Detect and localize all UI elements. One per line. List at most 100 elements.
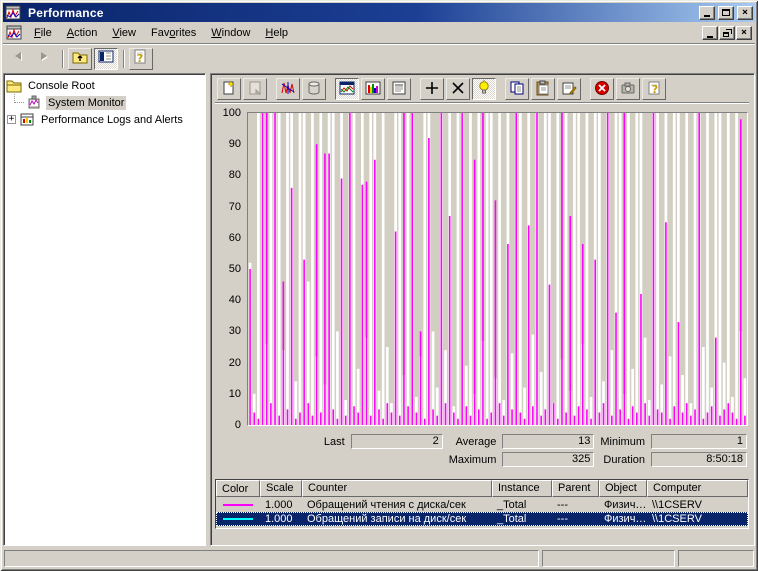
scale-cell: 1.000 [260,499,302,511]
maximum-value: 325 [502,452,594,467]
tree-item-label: Performance Logs and Alerts [39,113,185,127]
view-current-activity-button[interactable] [276,78,300,100]
counter-row-read[interactable]: 1.000 Обращений чтения с диска/сек _Tota… [216,498,748,512]
copy-properties-icon [509,80,525,99]
legend-rows: 1.000 Обращений чтения с диска/сек _Tota… [216,497,748,528]
freeze-display-icon [594,80,610,99]
highlight-icon [476,80,492,99]
add-counter-button[interactable] [420,78,444,100]
folder-icon [6,79,22,93]
average-label: Average [456,436,497,448]
up-one-level-button[interactable] [68,48,92,70]
delete-counter-button[interactable] [446,78,470,100]
chart-area: 1009080706050403020100 [215,112,749,426]
chart-plot [248,113,747,425]
column-header-instance[interactable]: Instance [492,480,552,497]
back-button[interactable] [7,48,31,70]
system-monitor-toolbar: ? [215,76,749,103]
close-button[interactable]: × [737,6,753,20]
menu-favorites[interactable]: Favorites [144,24,203,42]
counter-row-write[interactable]: 1.000 Обращений записи на диск/сек _Tota… [216,512,748,526]
tree-item-console-root[interactable]: Console Root [6,77,203,94]
system-monitor-icon [26,95,42,110]
freeze-display-button[interactable] [590,78,614,100]
tree-item-system-monitor[interactable]: System Monitor [6,94,203,111]
view-log-data-button[interactable] [302,78,326,100]
counter-legend: Color Scale Counter Instance Parent Obje… [215,479,749,529]
legend-header: Color Scale Counter Instance Parent Obje… [216,480,748,497]
update-data-button[interactable] [616,78,640,100]
column-header-parent[interactable]: Parent [552,480,599,497]
clear-display-icon [247,80,263,99]
parent-cell: --- [552,499,599,511]
menu-view[interactable]: View [105,24,143,42]
view-report-button[interactable] [387,78,411,100]
tree-item-label: System Monitor [46,96,126,110]
sm-help-button[interactable]: ? [642,78,666,100]
minimize-button[interactable] [699,6,715,20]
column-header-color[interactable]: Color [216,480,260,497]
show-hide-tree-button[interactable] [94,48,118,70]
stats-bar: Last 2 Average 13 Minimum 1 Maximum 325 … [215,434,749,467]
last-value: 2 [351,434,443,449]
mdi-restore-button[interactable] [719,26,735,40]
properties-icon [561,80,577,99]
highlight-button[interactable] [472,78,496,100]
status-panel [542,550,675,567]
system-monitor-pane: ? 1009080706050403020100 Last 2 Average … [210,73,755,546]
mdi-close-button[interactable]: × [736,26,752,40]
column-header-computer[interactable]: Computer [647,480,748,497]
menu-help[interactable]: Help [258,24,295,42]
clear-display-button[interactable] [243,78,267,100]
column-header-object[interactable]: Object [599,480,647,497]
expand-icon[interactable]: + [7,115,16,124]
update-data-icon [620,80,636,99]
column-header-counter[interactable]: Counter [302,480,492,497]
menu-file[interactable]: File [27,24,59,42]
properties-button[interactable] [557,78,581,100]
menu-action[interactable]: Action [60,24,105,42]
show-hide-tree-icon [98,49,114,68]
chart-plot-box [247,112,748,426]
menu-bar: File Action View Favorites Window Help × [3,22,755,45]
paste-counter-list-icon [535,80,551,99]
main-area: Console Root System Monitor + Performanc… [3,72,755,547]
y-axis: 1009080706050403020100 [215,112,247,426]
object-cell: Физич… [599,513,647,525]
forward-button[interactable] [33,48,57,70]
copy-properties-button[interactable] [505,78,529,100]
console-window-icon[interactable] [6,25,22,41]
duration-label: Duration [603,454,645,466]
performance-logs-icon [19,112,35,127]
counter-cell: Обращений чтения с диска/сек [302,499,492,511]
maximum-label: Maximum [449,454,497,466]
console-help-button[interactable]: ? [129,48,153,70]
view-graph-button[interactable] [335,78,359,100]
up-one-level-icon [72,49,88,68]
column-header-scale[interactable]: Scale [260,480,302,497]
computer-cell: \\1CSERV [647,513,748,525]
new-counter-set-button[interactable] [217,78,241,100]
console-toolbar: ? [3,45,755,72]
tree-item-performance-logs[interactable]: + Performance Logs and Alerts [6,111,203,128]
minimum-value: 1 [651,434,747,449]
help-icon: ? [133,49,149,68]
view-histogram-button[interactable] [361,78,385,100]
paste-counter-list-button[interactable] [531,78,555,100]
performance-window: Performance × File Action View Favorites… [0,0,758,571]
view-log-data-icon [306,80,322,99]
duration-value: 8:50:18 [651,452,747,467]
scale-cell: 1.000 [260,513,302,525]
mdi-minimize-button[interactable] [702,26,718,40]
tree-item-label: Console Root [26,79,97,93]
status-panel [678,550,754,567]
back-icon [11,49,27,68]
console-tree-panel: Console Root System Monitor + Performanc… [3,73,206,546]
toolbar-separator [123,50,124,68]
minimum-label: Minimum [600,436,645,448]
tree-connector [14,94,24,103]
counter-color-swatch [223,504,253,506]
menu-window[interactable]: Window [204,24,257,42]
maximize-button[interactable] [718,6,734,20]
status-panel [4,550,539,567]
